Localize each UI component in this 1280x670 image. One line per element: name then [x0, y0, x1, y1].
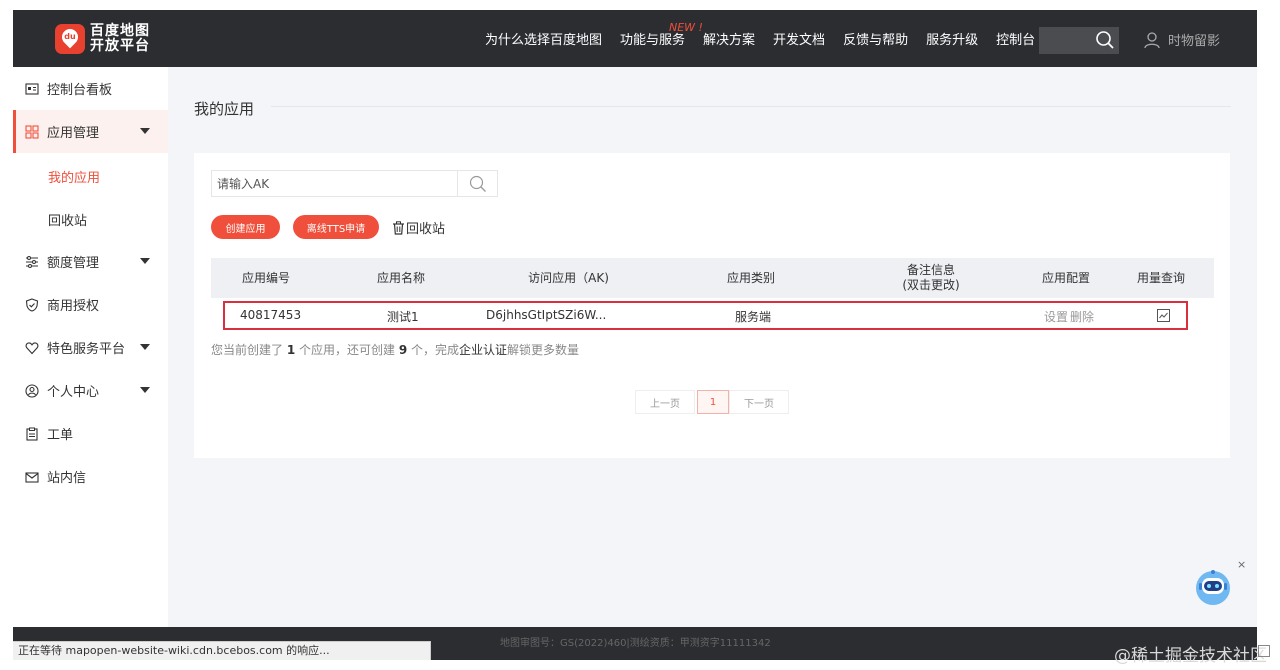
sidebar-item-label: 特色服务平台 — [47, 342, 126, 357]
nav-item-feedback[interactable]: 反馈与帮助 — [843, 29, 908, 48]
column-header-note: 备注信息 (双击更改) — [902, 263, 960, 292]
column-header: 应用编号 — [241, 270, 290, 285]
close-icon[interactable]: × — [1237, 558, 1246, 571]
nav-item-console[interactable]: 控制台 — [996, 29, 1035, 48]
column-header: 应用名称 — [376, 270, 425, 285]
chevron-down-icon — [140, 258, 150, 264]
usage-chart-icon[interactable] — [1157, 309, 1170, 322]
app-ak-cell[interactable]: D6jhhsGtIptSZi6W... — [486, 308, 606, 322]
sidebar-item-label: 额度管理 — [47, 256, 100, 271]
recycle-bin-link[interactable]: 回收站 — [392, 218, 445, 237]
ak-search-input[interactable] — [212, 171, 457, 196]
grid-icon — [25, 124, 39, 139]
ak-search-box — [211, 170, 498, 197]
delete-link[interactable]: 删除 — [1070, 308, 1094, 325]
quota-hint: 您当前创建了 1 个应用，还可创建 9 个，完成企业认证解锁更多数量 — [211, 343, 580, 357]
title-divider — [271, 106, 1231, 107]
sidebar-item-messages[interactable]: 站内信 — [13, 455, 168, 498]
sidebar-item-license[interactable]: 商用授权 — [13, 283, 168, 326]
app-name-cell: 测试1 — [387, 310, 419, 324]
user-icon — [25, 383, 39, 398]
sidebar-subitem-recycle[interactable]: 回收站 — [48, 210, 87, 229]
create-app-button[interactable]: 创建应用 — [211, 215, 280, 239]
page-1-button[interactable]: 1 — [697, 390, 729, 414]
nav-item-docs[interactable]: 开发文档 — [773, 29, 825, 48]
user-name: 时物留影 — [1168, 34, 1221, 49]
sidebar: 控制台看板 应用管理 我的应用 回收站 额度管理 商用授权 特色服务平台 个人中… — [13, 67, 168, 660]
browser-status-bar: 正在等待 mapopen-website-wiki.cdn.bcebos.com… — [13, 641, 431, 660]
offline-tts-button[interactable]: 离线TTS申请 — [293, 215, 379, 239]
watermark: @稀土掘金技术社区 — [1114, 646, 1267, 666]
column-header: 用量查询 — [1136, 270, 1185, 285]
sidebar-item-label: 控制台看板 — [47, 83, 113, 98]
column-header: 应用配置 — [1041, 270, 1090, 285]
enterprise-cert-link[interactable]: 企业认证 — [459, 343, 507, 357]
baidu-map-logo-icon: du — [55, 24, 85, 54]
app-id-cell: 40817453 — [240, 308, 302, 322]
sidebar-item-label: 商用授权 — [47, 299, 100, 314]
logo-text: 百度地图 开放平台 — [90, 23, 150, 54]
next-page-button[interactable]: 下一页 — [729, 390, 789, 414]
nav-item-upgrade[interactable]: 服务升级 — [926, 29, 978, 48]
settings-link[interactable]: 设置 — [1044, 308, 1068, 325]
recycle-bin-label: 回收站 — [406, 222, 446, 237]
sidebar-item-special-services[interactable]: 特色服务平台 — [13, 326, 168, 369]
sidebar-item-label: 工单 — [47, 428, 74, 443]
chevron-down-icon — [140, 344, 150, 350]
chevron-down-icon — [140, 128, 150, 134]
sidebar-item-tickets[interactable]: 工单 — [13, 412, 168, 455]
heart-icon — [25, 341, 39, 354]
footer-license-text: 地图审图号：GS(2022)460|测绘资质：甲测资字11111342 — [500, 638, 771, 649]
table-header: 应用编号 应用名称 访问应用（AK) 应用类别 备注信息 (双击更改) 应用配置… — [211, 258, 1214, 298]
page-title: 我的应用 — [194, 100, 255, 118]
sidebar-item-personal-center[interactable]: 个人中心 — [13, 369, 168, 412]
clipboard-icon — [26, 427, 38, 441]
new-badge: NEW ! — [669, 21, 703, 34]
column-header: 应用类别 — [726, 270, 775, 285]
chevron-down-icon — [140, 387, 150, 393]
sidebar-item-quota[interactable]: 额度管理 — [13, 240, 168, 283]
sidebar-item-label: 站内信 — [47, 471, 87, 486]
nav-item-solutions[interactable]: 解决方案 — [703, 29, 755, 48]
browser-viewport: du 百度地图 开放平台 为什么选择百度地图 功能与服务 解决方案 开发文档 反… — [13, 10, 1257, 660]
nav-menu: 为什么选择百度地图 功能与服务 解决方案 开发文档 反馈与帮助 服务升级 控制台 — [485, 10, 1053, 67]
sidebar-item-dashboard[interactable]: 控制台看板 — [13, 67, 168, 110]
trash-icon — [393, 220, 404, 235]
sidebar-item-app-management[interactable]: 应用管理 — [13, 110, 168, 153]
app-list-card: 创建应用 离线TTS申请 回收站 应用编号 应用名称 访问应用（AK) 应用类别… — [194, 153, 1230, 458]
sidebar-item-label: 个人中心 — [47, 385, 100, 400]
assistant-robot-icon[interactable] — [1192, 566, 1234, 606]
column-header: 访问应用（AK) — [528, 270, 609, 285]
app-type-cell: 服务端 — [735, 310, 772, 324]
nav-search-box[interactable] — [1039, 27, 1119, 54]
nav-item-why[interactable]: 为什么选择百度地图 — [485, 29, 602, 48]
user-menu[interactable]: 时物留影 — [1143, 30, 1220, 49]
sliders-icon — [26, 255, 38, 268]
search-icon — [469, 175, 486, 192]
sidebar-subitem-my-apps[interactable]: 我的应用 — [48, 167, 100, 186]
logo[interactable]: du 百度地图 开放平台 — [55, 24, 150, 54]
ak-search-button[interactable] — [457, 171, 498, 196]
mail-icon — [25, 471, 39, 483]
top-nav: du 百度地图 开放平台 为什么选择百度地图 功能与服务 解决方案 开发文档 反… — [13, 10, 1257, 67]
search-icon[interactable] — [1095, 30, 1115, 50]
dashboard-icon — [25, 82, 39, 95]
prev-page-button[interactable]: 上一页 — [635, 390, 695, 414]
shield-icon — [25, 297, 39, 312]
user-icon — [1144, 31, 1160, 48]
sidebar-item-label: 应用管理 — [47, 126, 100, 141]
resize-corner-icon — [1258, 645, 1270, 657]
